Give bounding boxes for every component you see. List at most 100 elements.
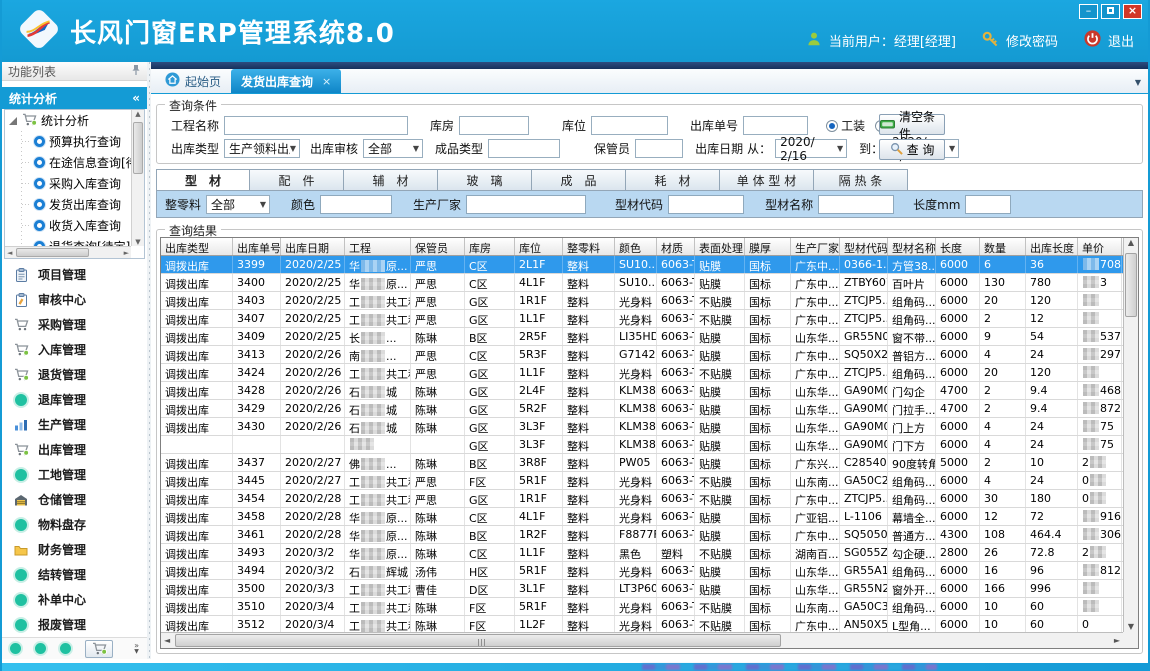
- tab-home[interactable]: 起始页: [155, 69, 231, 93]
- cart-shortcut-button[interactable]: [85, 640, 113, 658]
- scroll-down-icon[interactable]: ▼: [1124, 622, 1138, 631]
- profile-code-input[interactable]: [668, 195, 744, 214]
- table-row[interactable]: 调拨出库34942020/3/2石辉城汤伟H区5R1F整料光身料6063-T5贴…: [161, 562, 1138, 580]
- table-row[interactable]: 调拨出库34032020/2/25工共工程严思G区1R1F整料光身料6063-T…: [161, 292, 1138, 310]
- module-item[interactable]: 退货管理: [2, 362, 147, 387]
- scroll-up-icon[interactable]: ▲: [1128, 238, 1134, 247]
- table-row[interactable]: 调拨出库34242020/2/26工共工程严思G区1L1F整料光身料6063-T…: [161, 364, 1138, 382]
- logout-button[interactable]: 退出: [1108, 31, 1134, 50]
- scroll-up-icon[interactable]: ▲: [135, 110, 140, 118]
- module-shortcut-icon[interactable]: [35, 643, 46, 654]
- pin-icon[interactable]: [131, 64, 141, 79]
- module-item[interactable]: 退库管理: [2, 387, 147, 412]
- scroll-thumb[interactable]: [133, 122, 143, 174]
- grid-column-header[interactable]: 出库类型: [161, 238, 233, 255]
- grid-column-header[interactable]: 出库日期: [281, 238, 345, 255]
- scroll-down-icon[interactable]: ▼: [132, 238, 144, 246]
- scroll-thumb[interactable]: [16, 248, 89, 257]
- tab-close-icon[interactable]: ×: [322, 75, 331, 88]
- vertical-scrollbar[interactable]: ▲ ▼: [1123, 238, 1138, 632]
- clear-conditions-button[interactable]: 清空条件: [879, 114, 945, 135]
- radio-gongzhuang[interactable]: [826, 120, 838, 132]
- date-from-select[interactable]: 2020/ 2/16 ▼: [775, 139, 847, 158]
- module-item[interactable]: 项目管理: [2, 262, 147, 287]
- scroll-left-icon[interactable]: ◄: [164, 636, 170, 645]
- table-row[interactable]: 调拨出库34132020/2/26南...严思C区5R3F整料G71422606…: [161, 346, 1138, 364]
- project-name-input[interactable]: [224, 116, 408, 135]
- collapse-icon[interactable]: «: [132, 91, 140, 105]
- material-tab[interactable]: 隔 热 条: [814, 169, 908, 191]
- search-button[interactable]: 查 询: [879, 139, 945, 160]
- tree-item[interactable]: 采购入库查询: [5, 173, 144, 194]
- module-item[interactable]: 工地管理: [2, 462, 147, 487]
- color-input[interactable]: [320, 195, 392, 214]
- profile-name-input[interactable]: [818, 195, 894, 214]
- module-shortcut-icon[interactable]: [60, 643, 71, 654]
- scroll-left-icon[interactable]: ◄: [7, 249, 12, 257]
- tree-horizontal-scrollbar[interactable]: ◄ ►: [5, 246, 131, 258]
- tree-item[interactable]: 发货出库查询: [5, 194, 144, 215]
- tree-item[interactable]: 收货入库查询: [5, 215, 144, 236]
- material-tab[interactable]: 单 体 型 材: [720, 169, 814, 191]
- grid-column-header[interactable]: 整零料: [563, 238, 615, 255]
- material-tab[interactable]: 辅 材: [344, 169, 438, 191]
- module-item[interactable]: 生产管理: [2, 412, 147, 437]
- out-order-no-input[interactable]: [743, 116, 808, 135]
- table-row[interactable]: 调拨出库33992020/2/25华原...严思C区2L1F整料SU10...6…: [161, 256, 1138, 274]
- grid-column-header[interactable]: 颜色: [615, 238, 657, 255]
- material-tab[interactable]: 耗 材: [626, 169, 720, 191]
- grid-column-header[interactable]: 表面处理: [695, 238, 745, 255]
- table-row[interactable]: 调拨出库34932020/3/2华原...陈琳C区1L1F整料黑色塑料不贴膜国标…: [161, 544, 1138, 562]
- table-row[interactable]: 调拨出库34372020/2/27佛...陈琳B区3R8F整料PW056063-…: [161, 454, 1138, 472]
- module-item[interactable]: 采购管理: [2, 312, 147, 337]
- grid-column-header[interactable]: 库房: [465, 238, 515, 255]
- keeper-input[interactable]: [635, 139, 683, 158]
- table-row[interactable]: 调拨出库35102020/3/4工共工程陈琳F区5R1F整料光身料6063-T5…: [161, 598, 1138, 616]
- product-type-input[interactable]: [488, 139, 560, 158]
- grid-column-header[interactable]: 数量: [980, 238, 1026, 255]
- grid-column-header[interactable]: 出库单号: [233, 238, 281, 255]
- material-tab[interactable]: 玻 璃: [438, 169, 532, 191]
- module-item[interactable]: 报废管理: [2, 612, 147, 637]
- tree-item[interactable]: 在途信息查询[待: [5, 152, 144, 173]
- minimize-button[interactable]: –: [1079, 4, 1098, 19]
- more-buttons-icon[interactable]: »▼: [134, 643, 139, 655]
- close-button[interactable]: ×: [1123, 4, 1142, 19]
- scroll-right-icon[interactable]: ►: [1114, 636, 1120, 645]
- table-row[interactable]: 调拨出库34582020/2/28华原...陈琳C区4L1F整料光身料6063-…: [161, 508, 1138, 526]
- module-item[interactable]: 入库管理: [2, 337, 147, 362]
- horizontal-scrollbar[interactable]: ◄ ►: [161, 632, 1138, 648]
- table-row[interactable]: 调拨出库34612020/2/28华原...陈琳B区1R2F整料F8877FT6…: [161, 526, 1138, 544]
- material-tab[interactable]: 配 件: [250, 169, 344, 191]
- material-tab[interactable]: 型 材: [156, 169, 250, 191]
- table-row[interactable]: 调拨出库35002020/3/3工共工程曹佳D区3L1F整料LT3P606063…: [161, 580, 1138, 598]
- table-row[interactable]: 调拨出库35122020/3/4工共工程陈琳F区1L2F整料光身料6063-T5…: [161, 616, 1138, 632]
- scroll-thumb[interactable]: [175, 634, 781, 647]
- module-item[interactable]: 补单中心: [2, 587, 147, 612]
- change-password-button[interactable]: 修改密码: [1006, 31, 1058, 50]
- grid-column-header[interactable]: 工程: [345, 238, 411, 255]
- module-item[interactable]: 出库管理: [2, 437, 147, 462]
- tab-shipment-out-query[interactable]: 发货出库查询 ×: [231, 69, 341, 93]
- grid-column-header[interactable]: 型材代码: [840, 238, 888, 255]
- grid-column-header[interactable]: 膜厚: [745, 238, 791, 255]
- warehouse-input[interactable]: [459, 116, 529, 135]
- grid-column-header[interactable]: 出库长度: [1026, 238, 1078, 255]
- table-row[interactable]: 调拨出库34292020/2/26石城陈琳G区5R2F整料KLM38176063…: [161, 400, 1138, 418]
- table-row[interactable]: 调拨出库34282020/2/26石城陈琳G区2L4F整料KLM38176063…: [161, 382, 1138, 400]
- maximize-button[interactable]: [1101, 4, 1120, 19]
- table-row[interactable]: 调拨出库34302020/2/26石城陈琳G区3L3F整料KLM38176063…: [161, 418, 1138, 436]
- tree-item[interactable]: 预算执行查询: [5, 131, 144, 152]
- grid-column-header[interactable]: 库位: [515, 238, 563, 255]
- grid-column-header[interactable]: 生产厂家: [791, 238, 840, 255]
- grid-column-header[interactable]: 材质: [657, 238, 695, 255]
- whole-part-select[interactable]: 全部 ▼: [206, 195, 270, 214]
- grid-column-header[interactable]: 单价: [1078, 238, 1122, 255]
- table-row[interactable]: 调拨出库34002020/2/25华原...严思C区4L1F整料SU10...6…: [161, 274, 1138, 292]
- out-audit-select[interactable]: 全部 ▼: [363, 139, 423, 158]
- grid-column-header[interactable]: 长度: [936, 238, 980, 255]
- tab-overflow-icon[interactable]: ▼: [1135, 78, 1141, 87]
- grid-column-header[interactable]: 型材名称: [888, 238, 936, 255]
- tree-root-item[interactable]: 统计分析: [5, 110, 144, 131]
- tree-vertical-scrollbar[interactable]: ▲ ▼: [131, 110, 144, 246]
